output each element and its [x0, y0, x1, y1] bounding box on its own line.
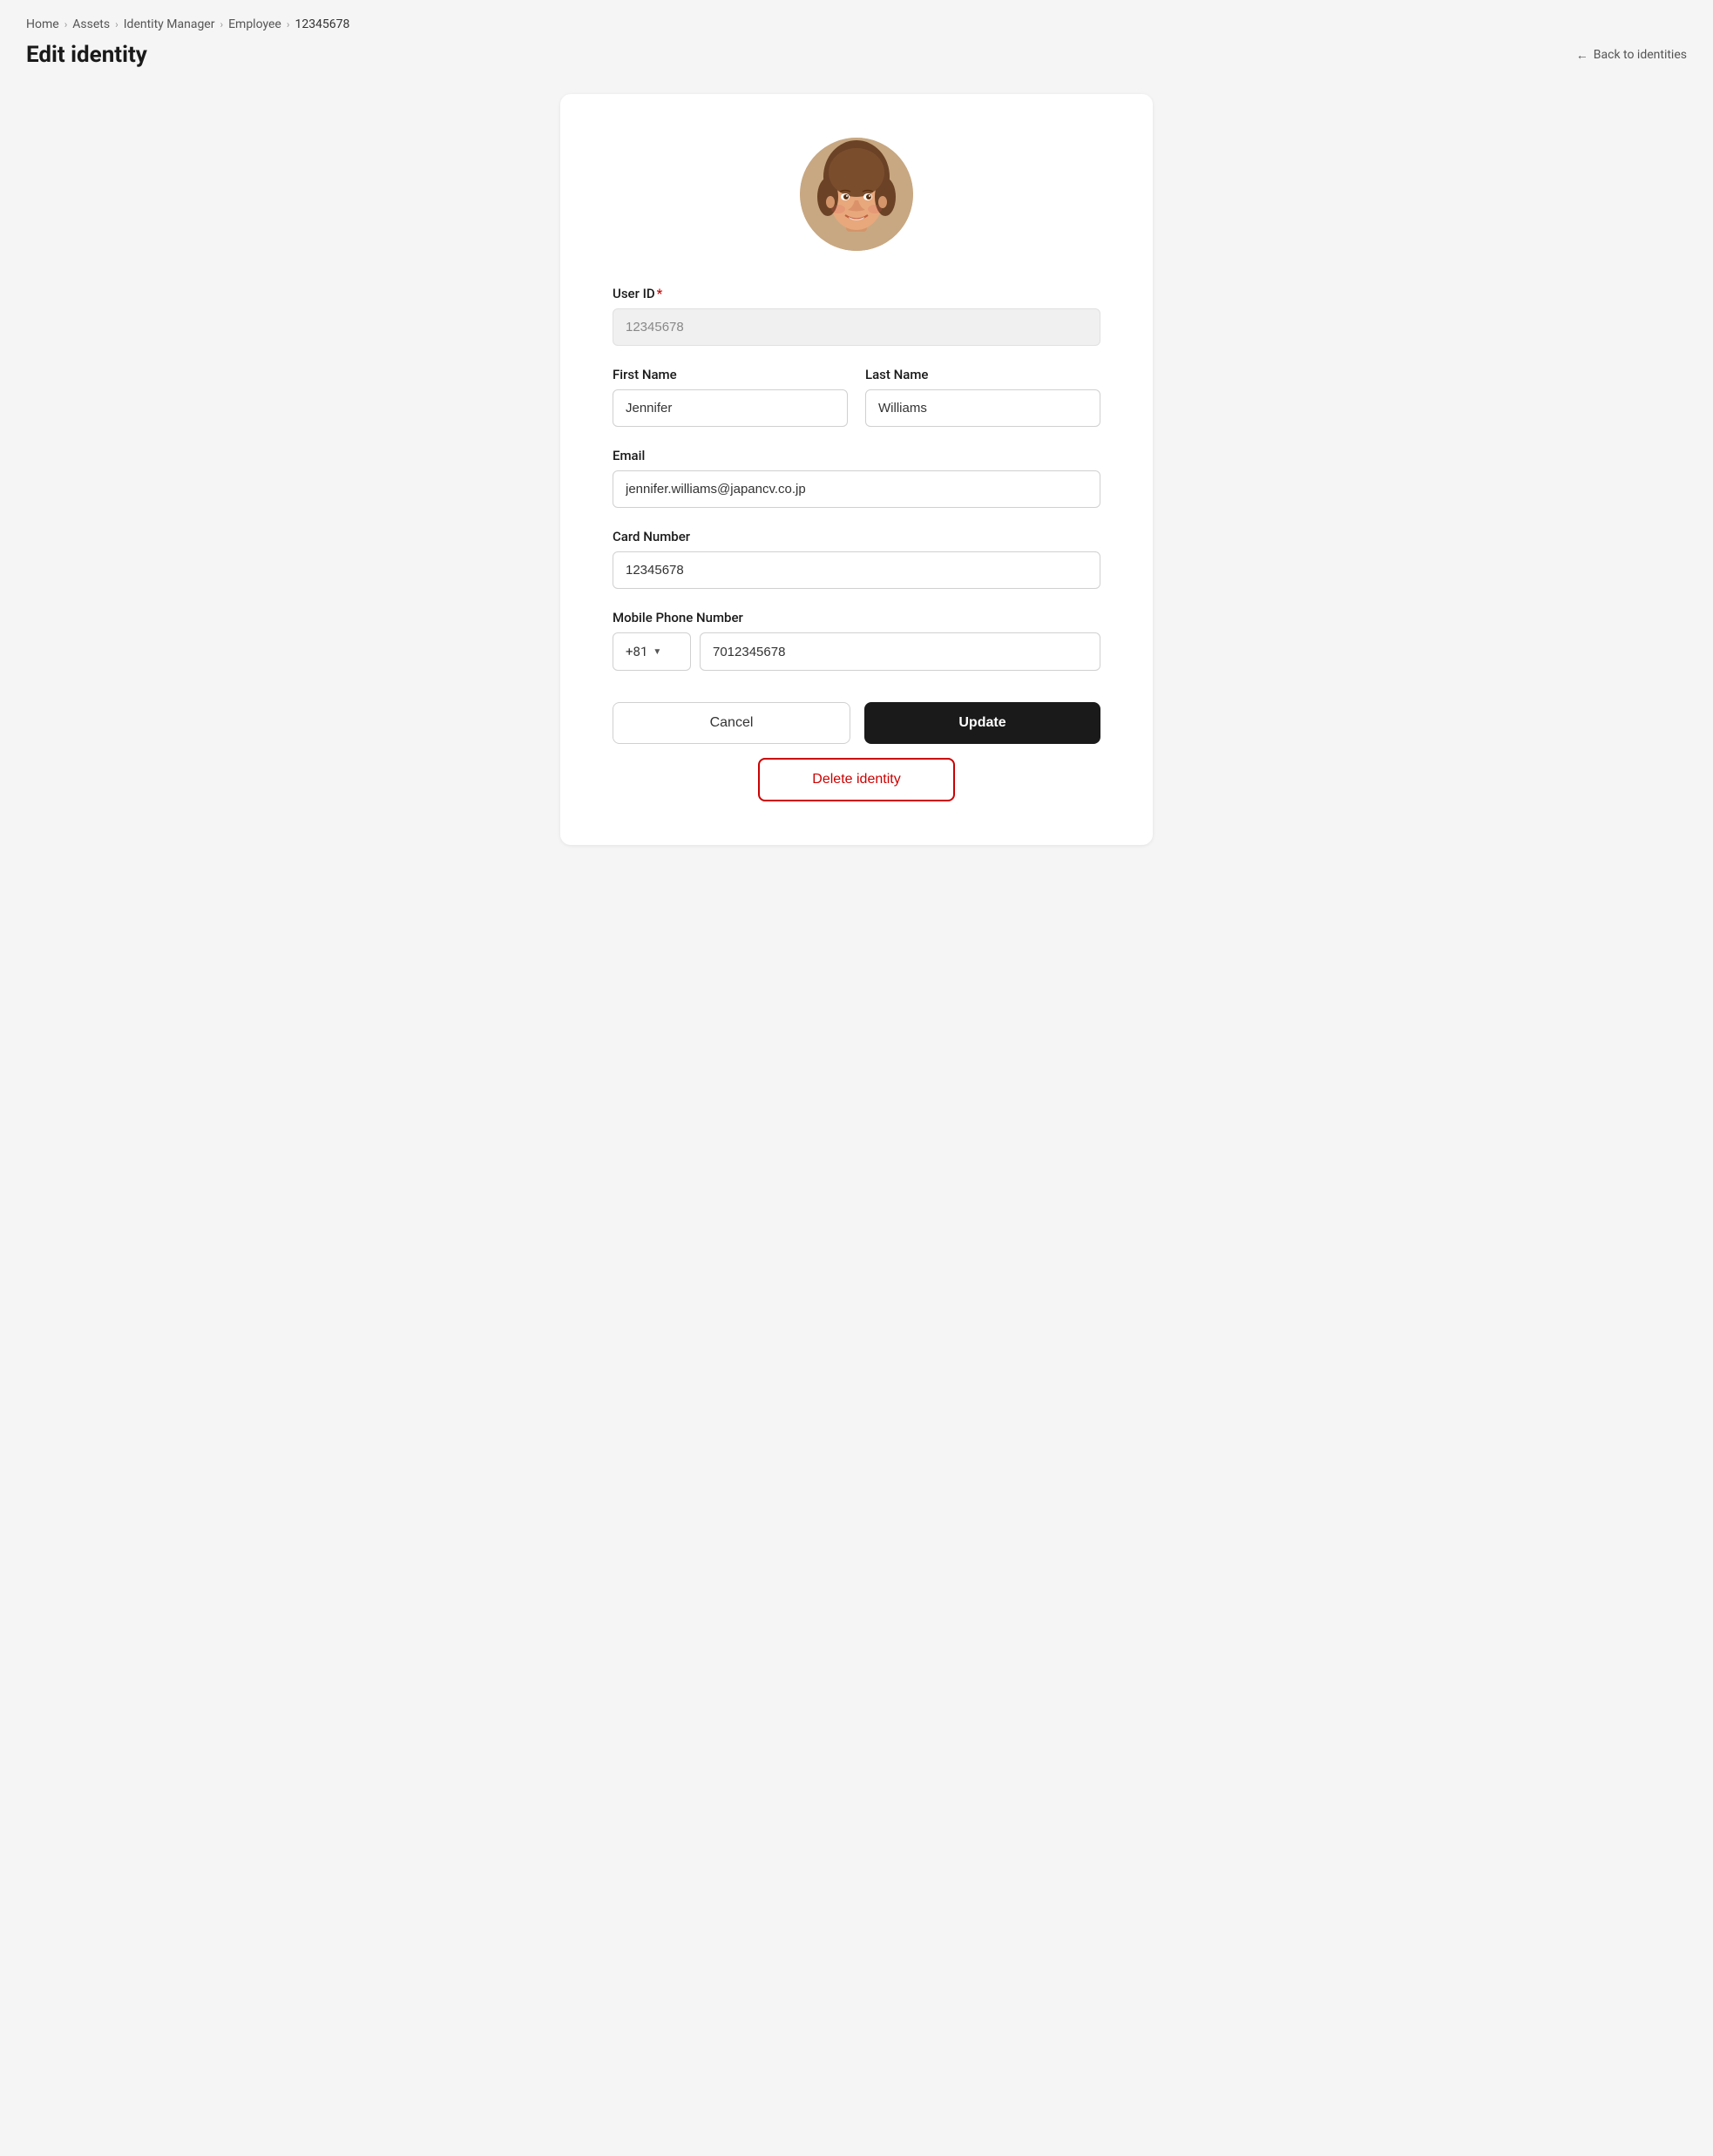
email-label: Email	[613, 448, 1100, 463]
breadcrumb-id: 12345678	[295, 17, 349, 31]
first-name-input[interactable]	[613, 389, 848, 427]
phone-number-input[interactable]	[700, 632, 1100, 671]
page-header: Edit identity ← Back to identities	[26, 42, 1687, 68]
country-code-value: +81	[626, 644, 647, 659]
breadcrumb: Home › Assets › Identity Manager › Emplo…	[26, 17, 1687, 31]
phone-input-group: +81 ▼	[613, 632, 1100, 671]
back-link-label: Back to identities	[1594, 48, 1687, 62]
card-number-input[interactable]	[613, 551, 1100, 589]
breadcrumb-sep-1: ›	[64, 18, 68, 30]
update-button[interactable]: Update	[864, 702, 1100, 744]
country-code-selector[interactable]: +81 ▼	[613, 632, 691, 671]
mobile-phone-group: Mobile Phone Number +81 ▼	[613, 610, 1100, 671]
delete-section: Delete identity	[613, 758, 1100, 801]
card-number-group: Card Number	[613, 529, 1100, 589]
user-id-input	[613, 308, 1100, 346]
edit-identity-card: User ID* First Name Last Name Email Card…	[560, 94, 1153, 845]
avatar	[800, 138, 913, 251]
breadcrumb-assets[interactable]: Assets	[72, 17, 110, 31]
user-id-label: User ID*	[613, 286, 1100, 301]
breadcrumb-sep-4: ›	[287, 18, 290, 30]
last-name-group: Last Name	[865, 367, 1100, 427]
avatar-section	[613, 138, 1100, 251]
required-star: *	[657, 286, 663, 301]
first-name-label: First Name	[613, 367, 848, 382]
email-group: Email	[613, 448, 1100, 508]
breadcrumb-employee[interactable]: Employee	[228, 17, 281, 31]
delete-identity-button[interactable]: Delete identity	[758, 758, 954, 801]
chevron-down-icon: ▼	[653, 647, 661, 657]
action-buttons: Cancel Update	[613, 702, 1100, 744]
last-name-input[interactable]	[865, 389, 1100, 427]
page-title: Edit identity	[26, 42, 147, 68]
breadcrumb-identity-manager[interactable]: Identity Manager	[124, 17, 215, 31]
name-row: First Name Last Name	[613, 367, 1100, 448]
user-id-group: User ID*	[613, 286, 1100, 346]
first-name-group: First Name	[613, 367, 848, 427]
breadcrumb-home[interactable]: Home	[26, 17, 59, 31]
last-name-label: Last Name	[865, 367, 1100, 382]
mobile-phone-label: Mobile Phone Number	[613, 610, 1100, 625]
back-to-identities-link[interactable]: ← Back to identities	[1576, 48, 1687, 63]
back-arrow-icon: ←	[1576, 48, 1588, 63]
breadcrumb-sep-2: ›	[115, 18, 118, 30]
breadcrumb-sep-3: ›	[220, 18, 223, 30]
cancel-button[interactable]: Cancel	[613, 702, 850, 744]
card-number-label: Card Number	[613, 529, 1100, 544]
email-input[interactable]	[613, 470, 1100, 508]
